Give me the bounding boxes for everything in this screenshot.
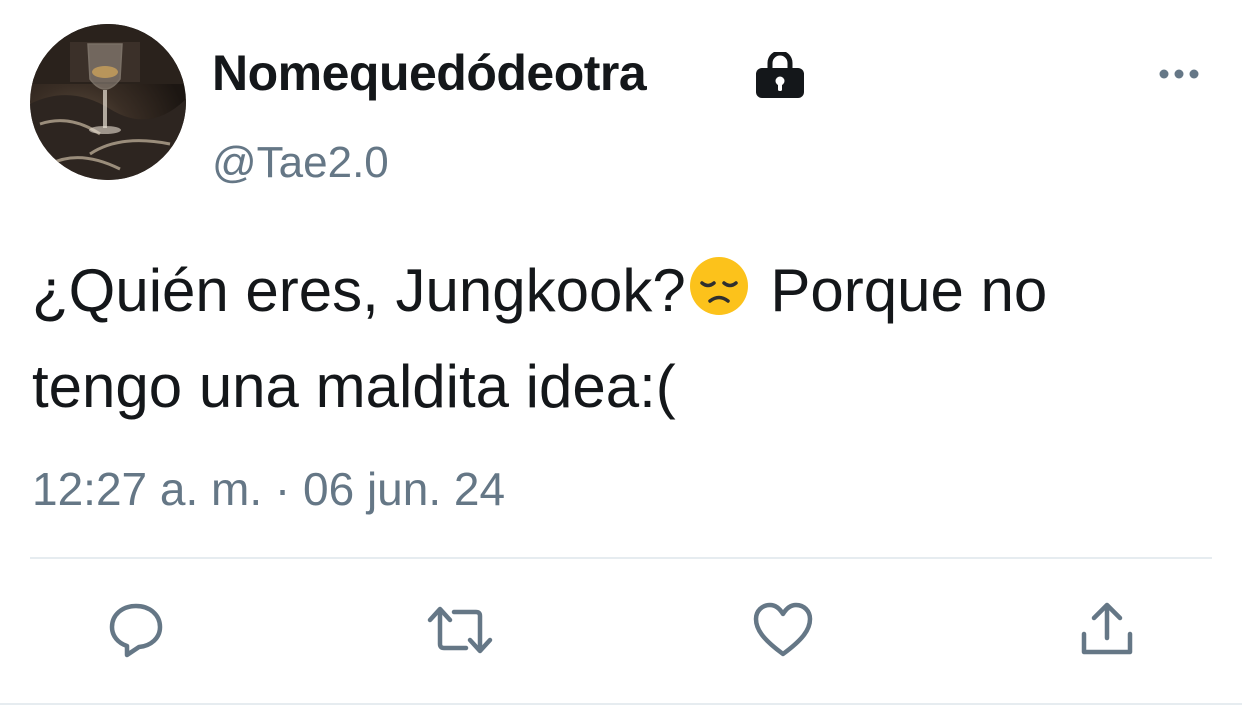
tweet-timestamp[interactable]: 12:27 a. m. · 06 jun. 24 (32, 462, 505, 516)
more-options-icon[interactable] (1158, 64, 1200, 84)
avatar[interactable] (30, 24, 186, 180)
disappointed-face-emoji (688, 252, 750, 342)
tweet-text-part1: ¿Quién eres, Jungkook? (32, 257, 686, 324)
user-handle[interactable]: @Tae2.0 (212, 138, 389, 188)
heart-icon[interactable] (752, 600, 814, 660)
avatar-wine-glass-image (30, 24, 186, 180)
tweet-text: ¿Quién eres, Jungkook? Porque no tengo u… (32, 246, 1212, 432)
display-name[interactable]: Nomequedódeotra (212, 44, 647, 102)
share-icon[interactable] (1078, 600, 1136, 660)
lock-icon (756, 52, 804, 98)
retweet-icon[interactable] (426, 600, 494, 660)
divider (30, 557, 1212, 559)
reply-icon[interactable] (106, 600, 166, 660)
bottom-divider (0, 703, 1242, 705)
